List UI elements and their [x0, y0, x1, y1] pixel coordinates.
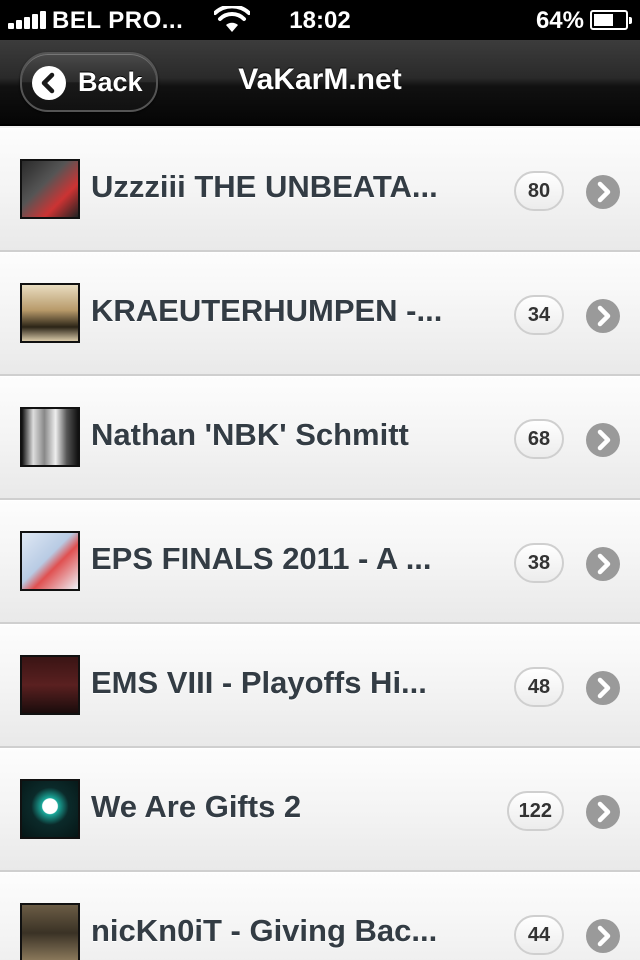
list-item-title: nicKn0iT - Giving Bac...: [91, 913, 438, 948]
video-thumbnail-team-logo: [20, 779, 80, 839]
list-item[interactable]: We Are Gifts 2 122: [0, 748, 640, 872]
count-badge: 38: [514, 543, 564, 583]
chevron-right-icon[interactable]: [586, 671, 620, 705]
list-item[interactable]: nicKn0iT - Giving Bac... 44: [0, 872, 640, 960]
list-item-title: EPS FINALS 2011 - A ...: [91, 541, 432, 576]
navigation-bar: Back VaKarM.net: [0, 40, 640, 126]
chevron-right-icon[interactable]: [586, 795, 620, 829]
battery-icon: [590, 10, 632, 30]
video-thumbnail-dark-scene: [20, 655, 80, 715]
chevron-right-icon[interactable]: [586, 547, 620, 581]
list-item-title: KRAEUTERHUMPEN -...: [91, 293, 443, 328]
list-item[interactable]: EMS VIII - Playoffs Hi... 48: [0, 624, 640, 748]
chevron-right-icon[interactable]: [586, 175, 620, 209]
list-item-title: We Are Gifts 2: [91, 789, 302, 824]
count-badge: 80: [514, 171, 564, 211]
list-item-title: EMS VIII - Playoffs Hi...: [91, 665, 427, 700]
count-badge: 122: [506, 791, 564, 831]
video-thumbnail-person: [20, 159, 80, 219]
video-thumbnail-group-photo: [20, 407, 80, 467]
list-item-title: Nathan 'NBK' Schmitt: [91, 417, 409, 452]
list-item-title: Uzzziii THE UNBEATA...: [91, 169, 438, 204]
video-list: Uzzziii THE UNBEATA... 80 KRAEUTERHUMPEN -…: [0, 128, 640, 960]
count-badge: 68: [514, 419, 564, 459]
video-thumbnail-game-scene: [20, 283, 80, 343]
list-item[interactable]: KRAEUTERHUMPEN -... 34: [0, 252, 640, 376]
video-thumbnail-game-scene: [20, 903, 80, 960]
battery-percent: 64%: [535, 7, 584, 34]
list-item[interactable]: EPS FINALS 2011 - A ... 38: [0, 500, 640, 624]
count-badge: 48: [514, 667, 564, 707]
list-item[interactable]: Nathan 'NBK' Schmitt 68: [0, 376, 640, 500]
count-badge: 44: [514, 915, 564, 955]
page-title: VaKarM.net: [238, 63, 402, 96]
count-badge: 34: [514, 295, 564, 335]
battery-level: [594, 14, 614, 26]
list-item[interactable]: Uzzziii THE UNBEATA... 80: [0, 128, 640, 252]
chevron-right-icon[interactable]: [586, 919, 620, 953]
chevron-right-icon[interactable]: [586, 423, 620, 457]
video-thumbnail-logo: [20, 531, 80, 591]
chevron-right-icon[interactable]: [586, 299, 620, 333]
status-bar: BEL PRO... 18:02 64%: [0, 0, 640, 40]
